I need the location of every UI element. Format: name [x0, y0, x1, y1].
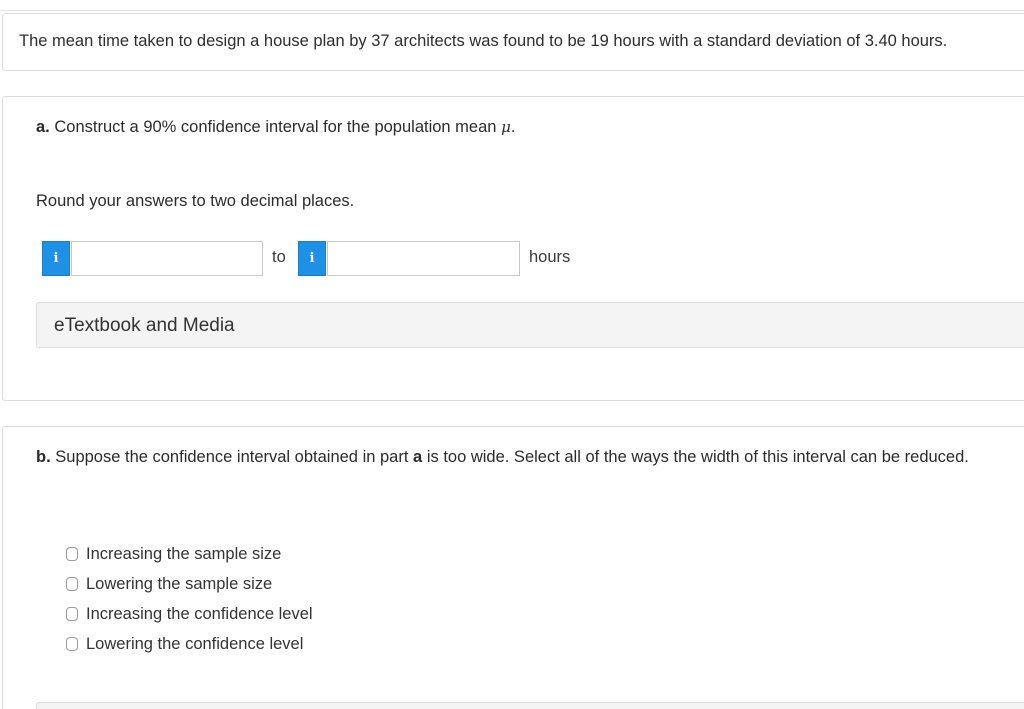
part-ref: a: [413, 448, 423, 466]
info-icon[interactable]: i: [42, 241, 70, 276]
part-b-panel: [2, 426, 1024, 709]
part-b-question-end: is too wide. Select all of the ways the …: [426, 448, 969, 466]
checkbox[interactable]: [66, 607, 78, 621]
part-a-question-text: Construct a 90% confidence interval for …: [54, 118, 497, 136]
checkbox[interactable]: [66, 637, 78, 651]
etextbook-media-button[interactable]: eTextbook and Media: [36, 302, 1024, 348]
part-b-question: b. Suppose the confidence interval obtai…: [36, 448, 969, 467]
part-a-question: a. Construct a 90% confidence interval f…: [36, 118, 515, 137]
option-label: Lowering the sample size: [86, 574, 273, 593]
option-lowering-confidence-level[interactable]: Lowering the confidence level: [66, 633, 303, 655]
to-label: to: [272, 248, 286, 266]
info-icon-glyph: i: [309, 251, 315, 266]
info-icon-glyph: i: [53, 251, 59, 266]
mu-symbol: μ: [501, 118, 511, 136]
problem-stem: The mean time taken to design a house pl…: [19, 32, 948, 50]
hours-unit-label: hours: [529, 248, 571, 266]
part-a-period: .: [510, 118, 516, 136]
option-label: Increasing the sample size: [86, 544, 282, 563]
option-increasing-sample-size[interactable]: Increasing the sample size: [66, 543, 281, 565]
top-divider: [0, 10, 1024, 11]
checkbox[interactable]: [66, 577, 78, 591]
checkbox[interactable]: [66, 547, 78, 561]
info-icon[interactable]: i: [298, 241, 326, 276]
lower-bound-input[interactable]: [71, 241, 263, 276]
question-page: The mean time taken to design a house pl…: [0, 0, 1024, 709]
part-a-label: a.: [36, 118, 50, 136]
part-b-label: b.: [36, 448, 51, 466]
option-label: Lowering the confidence level: [86, 634, 304, 653]
option-increasing-confidence-level[interactable]: Increasing the confidence level: [66, 603, 313, 625]
option-label: Increasing the confidence level: [86, 604, 313, 623]
option-lowering-sample-size[interactable]: Lowering the sample size: [66, 573, 272, 595]
upper-bound-input[interactable]: [327, 241, 520, 276]
next-section-bar: [36, 702, 1024, 709]
part-b-question-start: Suppose the confidence interval obtained…: [55, 448, 409, 466]
rounding-instruction: Round your answers to two decimal places…: [36, 192, 355, 210]
etextbook-media-label: eTextbook and Media: [54, 315, 235, 336]
